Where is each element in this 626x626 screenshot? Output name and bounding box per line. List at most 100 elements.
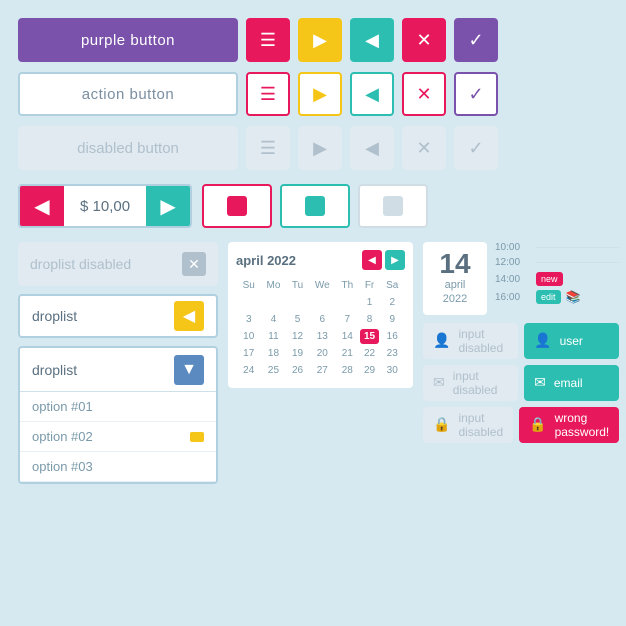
- stepper-control: ◀ $ 10,00 ▶: [18, 184, 192, 228]
- disabled-button: disabled button: [18, 126, 238, 170]
- hamburger-button-pink[interactable]: ☰: [246, 18, 290, 62]
- cal-cell[interactable]: 10: [238, 329, 259, 344]
- check-outline-button[interactable]: ✓: [454, 72, 498, 116]
- cal-cell[interactable]: 21: [337, 346, 358, 361]
- password-wrong-active[interactable]: 🔒 wrong password!: [519, 407, 619, 443]
- user-active-icon: 👤: [534, 332, 551, 349]
- back-button-teal[interactable]: ◀: [350, 18, 394, 62]
- calendar-grid: Su Mo Tu We Th Fr Sa: [236, 276, 405, 380]
- schedule-new-button[interactable]: new: [536, 272, 563, 286]
- cal-cell[interactable]: 9: [381, 312, 403, 327]
- user-active-text: user: [560, 334, 583, 348]
- play-outline-icon: ▶: [313, 84, 327, 105]
- cal-day-su: Su: [238, 278, 259, 293]
- cal-cell[interactable]: 7: [337, 312, 358, 327]
- droplist-option-2[interactable]: option #02: [20, 422, 216, 452]
- cal-cell[interactable]: 27: [310, 363, 335, 378]
- calendar-column: april 2022 ◀ ▶ Su Mo Tu We Th Fr Sa: [228, 242, 413, 388]
- hamburger-disabled-icon: ☰: [260, 138, 276, 159]
- big-date-year: 2022: [431, 292, 479, 306]
- hamburger-disabled: ☰: [246, 126, 290, 170]
- cal-cell[interactable]: 29: [360, 363, 380, 378]
- row-stepper-toggle: ◀ $ 10,00 ▶: [18, 184, 608, 228]
- purple-button[interactable]: purple button: [18, 18, 238, 62]
- droplist-yellow-arrow: ◀: [174, 301, 204, 331]
- cal-cell[interactable]: 28: [337, 363, 358, 378]
- arrow-down-icon: ▼: [181, 361, 197, 379]
- cal-cell[interactable]: 22: [360, 346, 380, 361]
- play-button-yellow[interactable]: ▶: [298, 18, 342, 62]
- schedule-item-1600: 16:00 edit 📚: [495, 290, 619, 304]
- toggle-teal[interactable]: [280, 184, 350, 228]
- hamburger-outline-button[interactable]: ☰: [246, 72, 290, 116]
- close-outline-button[interactable]: ✕: [402, 72, 446, 116]
- toggle-pink[interactable]: [202, 184, 272, 228]
- password-input-disabled: 🔒 input disabled: [423, 407, 513, 443]
- cal-cell[interactable]: 20: [310, 346, 335, 361]
- cal-cell[interactable]: 26: [288, 363, 308, 378]
- stepper-decrement-button[interactable]: ◀: [20, 186, 64, 226]
- schedule-line: [536, 262, 619, 263]
- email-active-icon: ✉: [534, 374, 546, 391]
- cal-cell-today[interactable]: 15: [360, 329, 380, 344]
- cal-cell[interactable]: 23: [381, 346, 403, 361]
- droplist-yellow-container[interactable]: droplist ◀: [18, 294, 218, 338]
- cal-cell[interactable]: [238, 295, 259, 310]
- cal-day-mo: Mo: [261, 278, 285, 293]
- cal-cell[interactable]: 30: [381, 363, 403, 378]
- cal-cell[interactable]: 16: [381, 329, 403, 344]
- droplist-option-3[interactable]: option #03: [20, 452, 216, 482]
- cal-cell[interactable]: 24: [238, 363, 259, 378]
- cal-cell[interactable]: 2: [381, 295, 403, 310]
- check-disabled-icon: ✓: [468, 138, 483, 159]
- cal-cell[interactable]: 12: [288, 329, 308, 344]
- cal-cell[interactable]: [337, 295, 358, 310]
- close-disabled-icon: ✕: [416, 138, 431, 159]
- toggle-disabled-indicator: [383, 196, 403, 216]
- droplist-option-1[interactable]: option #01: [20, 392, 216, 422]
- cal-cell[interactable]: 17: [238, 346, 259, 361]
- cal-cell[interactable]: 8: [360, 312, 380, 327]
- user-input-active[interactable]: 👤 user: [524, 323, 619, 359]
- option-3-label: option #03: [32, 459, 93, 474]
- droplist-open-label: droplist: [32, 362, 174, 378]
- cal-cell[interactable]: 19: [288, 346, 308, 361]
- check-button-purple[interactable]: ✓: [454, 18, 498, 62]
- calendar-title: april 2022: [236, 253, 296, 268]
- droplist-open-container: droplist ▼ option #01 option #02 option …: [18, 346, 218, 484]
- cal-cell[interactable]: 11: [261, 329, 285, 344]
- cal-day-th: Th: [337, 278, 358, 293]
- droplist-open-header[interactable]: droplist ▼: [20, 348, 216, 392]
- cal-cell[interactable]: 14: [337, 329, 358, 344]
- droplist-yellow-label: droplist: [32, 308, 174, 324]
- play-outline-button[interactable]: ▶: [298, 72, 342, 116]
- action-button[interactable]: action button: [18, 72, 238, 116]
- calendar-prev-button[interactable]: ◀: [362, 250, 382, 270]
- cal-cell[interactable]: 5: [288, 312, 308, 327]
- cal-cell[interactable]: 18: [261, 346, 285, 361]
- cal-cell[interactable]: [310, 295, 335, 310]
- cal-cell[interactable]: 1: [360, 295, 380, 310]
- schedule-time-1: 10:00: [495, 242, 531, 253]
- email-input-active[interactable]: ✉ email: [524, 365, 619, 401]
- option-1-label: option #01: [32, 399, 93, 414]
- cal-cell[interactable]: 3: [238, 312, 259, 327]
- cal-cell[interactable]: 6: [310, 312, 335, 327]
- stepper-increment-button[interactable]: ▶: [146, 186, 190, 226]
- play-icon: ▶: [313, 30, 327, 51]
- row-disabled-buttons: disabled button ☰ ▶ ◀ ✕ ✓: [18, 126, 608, 170]
- schedule-edit-button[interactable]: edit: [536, 290, 561, 304]
- lock-disabled-icon: 🔒: [433, 416, 450, 433]
- cal-cell[interactable]: 13: [310, 329, 335, 344]
- schedule-time-3: 14:00: [495, 274, 531, 285]
- cal-cell[interactable]: [261, 295, 285, 310]
- cal-cell[interactable]: 25: [261, 363, 285, 378]
- play-disabled: ▶: [298, 126, 342, 170]
- back-outline-button[interactable]: ◀: [350, 72, 394, 116]
- close-button-pink[interactable]: ✕: [402, 18, 446, 62]
- cal-cell[interactable]: [288, 295, 308, 310]
- arrow-left-yellow-icon: ◀: [183, 306, 195, 326]
- calendar-next-button[interactable]: ▶: [385, 250, 405, 270]
- row-solid-buttons: purple button ☰ ▶ ◀ ✕ ✓: [18, 18, 608, 62]
- cal-cell[interactable]: 4: [261, 312, 285, 327]
